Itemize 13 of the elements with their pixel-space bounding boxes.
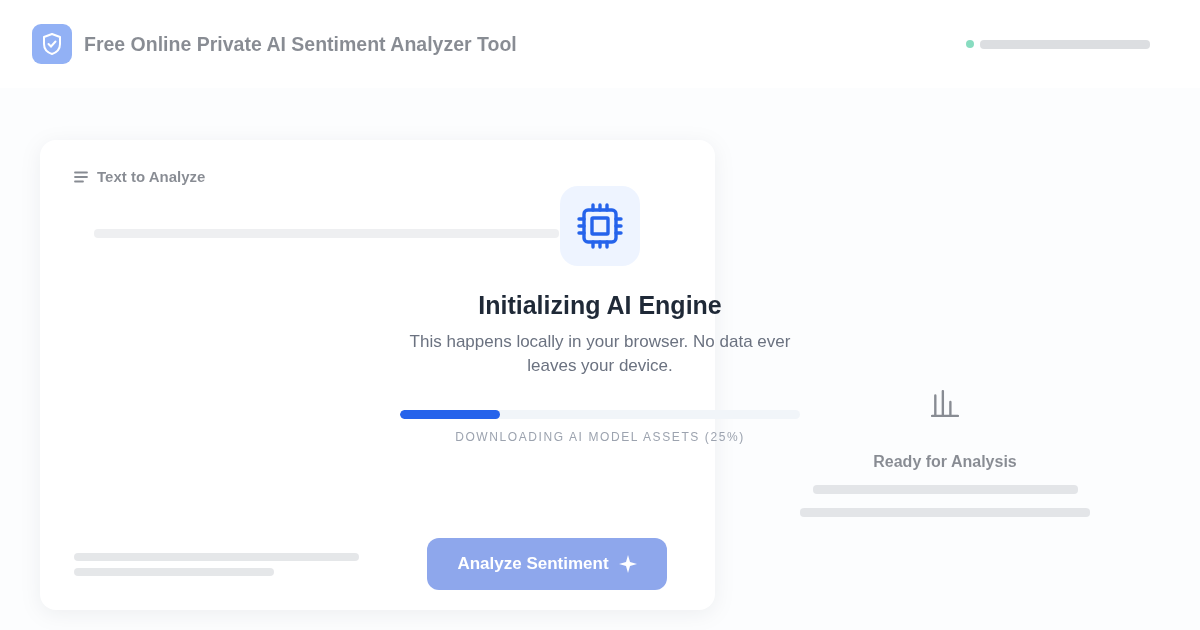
status-dot-icon [966, 40, 974, 48]
progress-label: DOWNLOADING AI MODEL ASSETS (25%) [455, 428, 745, 445]
chip-icon [560, 185, 640, 266]
site-title: Free Online Private AI Sentiment Analyzer Tool [84, 32, 517, 56]
lines-icon [74, 170, 88, 183]
bar-chart-icon [931, 390, 959, 417]
loading-title: Initializing AI Engine [478, 289, 722, 320]
analyze-button[interactable]: Analyze Sentiment [427, 538, 667, 590]
card-heading: Text to Analyze [97, 168, 206, 185]
result-heading: Ready for Analysis [873, 453, 1017, 471]
shield-logo-icon [32, 24, 72, 64]
loading-message: This happens locally in your browser. No data ever leaves your device. [408, 330, 792, 377]
sparkle-icon [618, 555, 637, 573]
